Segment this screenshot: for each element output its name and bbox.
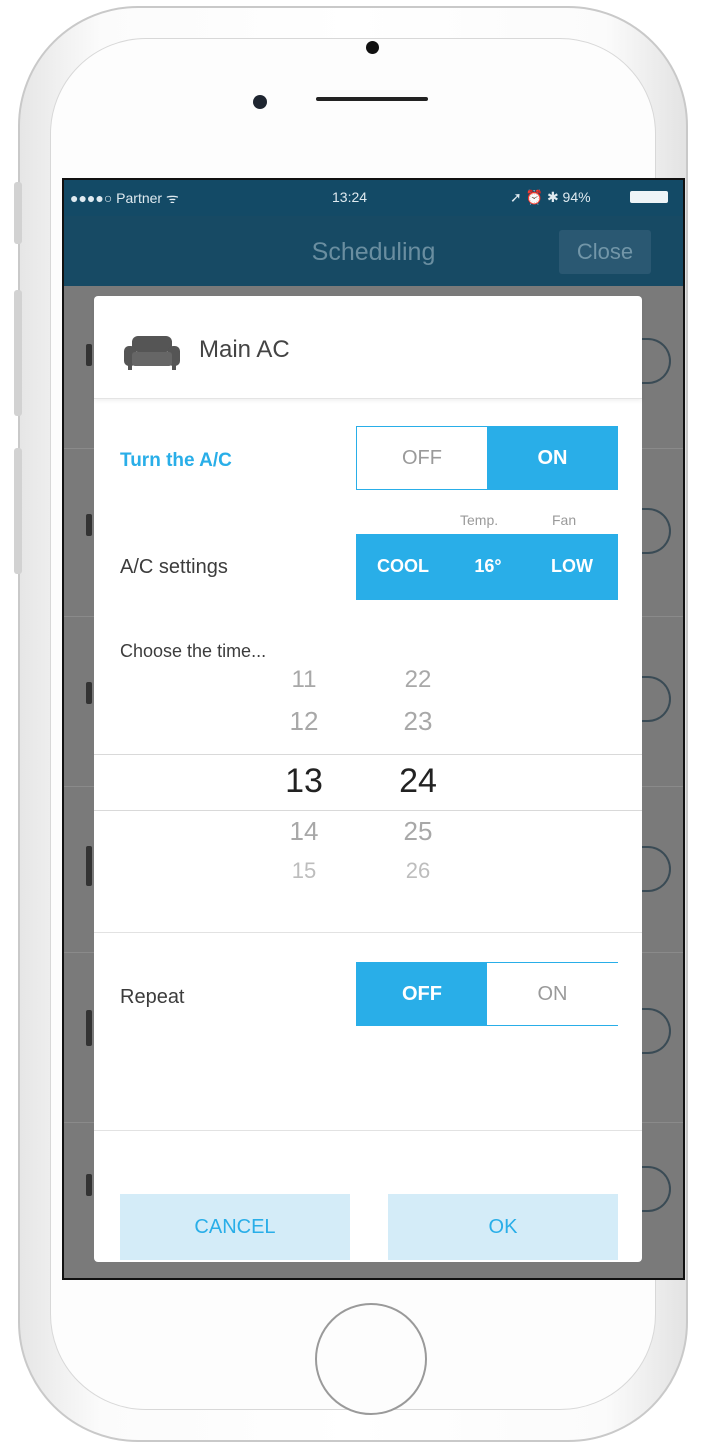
background-item-icon <box>86 682 92 704</box>
phone-screen: ●●●●○ Partner ᯤ 13:24 ➚ ⏰ ✱ 94% Scheduli… <box>62 178 685 1280</box>
hour-selected[interactable]: 13 <box>264 762 344 801</box>
close-button[interactable]: Close <box>559 230 651 274</box>
turn-ac-label: Turn the A/C <box>120 450 232 471</box>
time-picker[interactable]: 11 12 13 14 15 22 23 24 25 26 <box>94 636 642 936</box>
background-item-icon <box>86 1174 92 1196</box>
repeat-on-option[interactable]: ON <box>487 963 618 1025</box>
background-item-icon <box>86 1010 92 1046</box>
section-divider <box>94 932 642 933</box>
repeat-label: Repeat <box>120 986 185 1008</box>
repeat-off-option[interactable]: OFF <box>357 963 487 1025</box>
home-button[interactable] <box>315 1303 427 1415</box>
volume-down-button <box>14 448 22 574</box>
hour-option[interactable]: 12 <box>264 706 344 737</box>
nav-bar: Scheduling Close <box>64 216 683 286</box>
turn-ac-toggle: OFF ON <box>356 426 618 490</box>
minute-selected[interactable]: 24 <box>378 762 458 801</box>
hour-option[interactable]: 11 <box>264 666 344 694</box>
dialog-header: Main AC <box>94 296 642 399</box>
minute-option[interactable]: 25 <box>378 816 458 847</box>
proximity-sensor <box>366 41 379 54</box>
ac-settings-button[interactable]: COOL 16° LOW <box>356 534 618 600</box>
volume-up-button <box>14 290 22 416</box>
background-item-icon <box>86 514 92 536</box>
background-item-icon <box>86 344 92 366</box>
earpiece-speaker <box>316 97 428 101</box>
footer-divider <box>94 1130 642 1131</box>
battery-icon <box>630 191 668 203</box>
ac-settings-label: A/C settings <box>120 556 228 578</box>
fan-value: LOW <box>551 556 593 576</box>
hour-option[interactable]: 15 <box>264 858 344 884</box>
sofa-icon <box>124 336 180 370</box>
temp-caption: Temp. <box>460 512 499 528</box>
device-name: Main AC <box>199 336 290 363</box>
minute-option[interactable]: 26 <box>378 858 458 884</box>
ok-button[interactable]: OK <box>388 1194 618 1260</box>
picker-selection-bottom <box>94 810 642 811</box>
picker-selection-top <box>94 754 642 755</box>
temp-value: 16° <box>474 556 502 576</box>
front-camera-icon <box>253 95 267 109</box>
turn-ac-off-option[interactable]: OFF <box>357 427 487 489</box>
hour-option[interactable]: 14 <box>264 816 344 847</box>
status-icons-label: ➚ ⏰ ✱ 94% <box>510 189 591 205</box>
mute-switch <box>14 182 22 244</box>
minute-option[interactable]: 22 <box>378 666 458 694</box>
carrier-label: ●●●●○ Partner ᯤ <box>70 190 179 206</box>
turn-ac-on-option[interactable]: ON <box>487 427 618 489</box>
status-bar: ●●●●○ Partner ᯤ 13:24 ➚ ⏰ ✱ 94% <box>64 180 683 216</box>
schedule-dialog: Main AC Turn the A/C OFF ON Temp. Fan A/… <box>94 296 642 1262</box>
background-item-icon <box>86 846 92 886</box>
minute-option[interactable]: 23 <box>378 706 458 737</box>
mode-value: COOL <box>377 556 429 576</box>
clock-label: 13:24 <box>332 189 368 205</box>
cancel-button[interactable]: CANCEL <box>120 1194 350 1260</box>
repeat-toggle: OFF ON <box>356 962 618 1026</box>
fan-caption: Fan <box>552 512 577 528</box>
